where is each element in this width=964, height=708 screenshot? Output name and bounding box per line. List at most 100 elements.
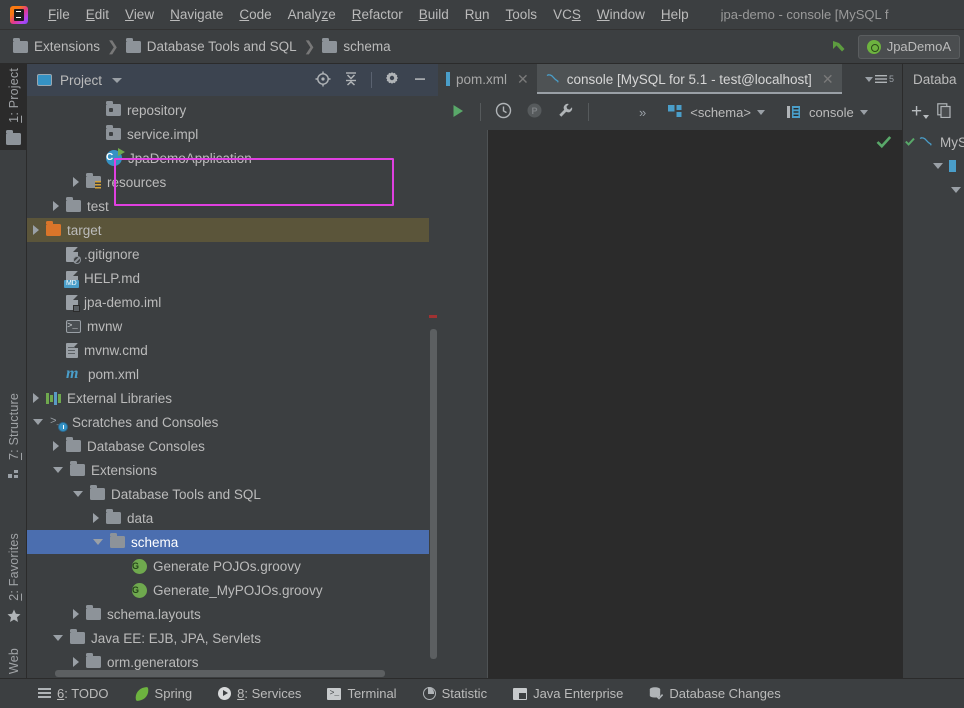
tree-row[interactable]: >_ mvnw — [27, 314, 438, 338]
menu-item-refactor[interactable]: Refactor — [344, 3, 411, 26]
tab-console-mysql[interactable]: console [MySQL for 5.1 - test@localhost]… — [536, 64, 842, 94]
settings-icon[interactable] — [384, 71, 400, 90]
twisty-open-icon[interactable] — [53, 635, 63, 641]
add-icon[interactable]: + — [911, 102, 929, 121]
tree-row[interactable]: mvnw.cmd — [27, 338, 438, 362]
menu-item-file[interactable]: File — [40, 3, 78, 26]
session-selector[interactable]: console — [786, 105, 868, 120]
twisty-closed-icon[interactable] — [53, 201, 59, 211]
status-item-terminal[interactable]: >_ Terminal — [327, 686, 397, 701]
twisty-closed-icon[interactable] — [73, 657, 79, 667]
tree-row[interactable]: jpa-demo.iml — [27, 290, 438, 314]
project-tree-horizontal-scrollbar[interactable] — [27, 669, 438, 678]
wrench-icon[interactable] — [557, 102, 574, 122]
status-item-statistic[interactable]: Statistic — [422, 686, 487, 701]
chevron-down-icon[interactable] — [112, 77, 123, 83]
tree-row[interactable]: >_ Scratches and Consoles — [27, 410, 438, 434]
sidebar-item-structure[interactable]: 7: Structure — [0, 389, 27, 485]
history-icon[interactable] — [495, 102, 512, 122]
tab-pom-xml[interactable]: pom.xml ✕ — [438, 64, 537, 94]
tree-row[interactable]: repository — [27, 98, 438, 122]
tree-row[interactable]: Database Consoles — [27, 434, 438, 458]
copy-icon[interactable] — [937, 103, 952, 121]
database-tree-row-table[interactable] — [903, 178, 964, 202]
tree-row[interactable]: MD HELP.md — [27, 266, 438, 290]
tree-row[interactable]: service.impl — [27, 122, 438, 146]
run-configuration-selector[interactable]: JpaDemoA — [857, 34, 960, 59]
status-item-services[interactable]: 8: Services — [218, 686, 301, 701]
toolbar-overflow-button[interactable]: » — [639, 105, 646, 120]
folder-icon — [90, 485, 105, 500]
editor-gutter[interactable] — [438, 130, 488, 678]
database-tree-row-mysql[interactable]: MyS — [903, 130, 964, 154]
menu-item-build[interactable]: Build — [411, 3, 457, 26]
database-tree[interactable]: MyS — [903, 130, 964, 678]
menu-item-code[interactable]: Code — [231, 3, 279, 26]
menu-item-help[interactable]: Help — [653, 3, 697, 26]
tree-row[interactable]: Database Tools and SQL — [27, 482, 438, 506]
tree-row[interactable]: Java EE: EJB, JPA, Servlets — [27, 626, 438, 650]
menu-item-edit[interactable]: Edit — [78, 3, 117, 26]
twisty-open-icon[interactable] — [33, 419, 43, 425]
database-tree-row-schema[interactable] — [903, 154, 964, 178]
twisty-open-icon[interactable] — [53, 467, 63, 473]
tree-row[interactable]: C JpaDemoApplication — [27, 146, 438, 170]
tree-row[interactable]: G Generate_MyPOJOs.groovy — [27, 578, 438, 602]
terminal-icon: >_ — [327, 687, 342, 700]
status-item-spring[interactable]: Spring — [133, 686, 192, 701]
sidebar-item-favorites[interactable]: 2: Favorites — [0, 529, 27, 631]
tree-row[interactable]: data — [27, 506, 438, 530]
sidebar-item-project[interactable]: 1: Project — [0, 64, 27, 150]
parameters-button[interactable]: P — [526, 102, 543, 122]
status-item-java-enterprise[interactable]: Java Enterprise — [513, 686, 623, 701]
menu-item-window[interactable]: Window — [589, 3, 653, 26]
twisty-open-icon[interactable] — [73, 491, 83, 497]
tree-row[interactable]: .gitignore — [27, 242, 438, 266]
collapse-all-icon[interactable] — [343, 71, 359, 90]
menu-item-navigate[interactable]: Navigate — [162, 3, 231, 26]
menu-item-run[interactable]: Run — [457, 3, 498, 26]
project-tree[interactable]: repository service.impl C JpaDemoApplicatio… — [27, 96, 438, 678]
status-item-database-changes[interactable]: Database Changes — [649, 686, 781, 701]
vertical-scrollbar-thumb[interactable] — [430, 329, 437, 659]
make-project-icon[interactable] — [828, 36, 850, 58]
breadcrumb-item-database-tools-and-sql[interactable]: Database Tools and SQL — [123, 37, 300, 54]
close-icon[interactable]: ✕ — [517, 71, 529, 88]
tree-row[interactable]: m pom.xml — [27, 362, 438, 386]
twisty-open-icon[interactable] — [93, 539, 103, 545]
schema-selector[interactable]: <schema> — [668, 105, 765, 120]
menu-item-tools[interactable]: Tools — [498, 3, 546, 26]
twisty-closed-icon[interactable] — [73, 609, 79, 619]
tree-row[interactable]: Extensions — [27, 458, 438, 482]
minimize-icon[interactable] — [412, 71, 428, 90]
breadcrumb-item-schema[interactable]: schema — [319, 37, 393, 54]
tree-row[interactable]: schema — [27, 530, 438, 554]
menu-item-vcs[interactable]: VCS — [545, 3, 589, 26]
twisty-open-icon[interactable] — [951, 187, 961, 193]
tree-row[interactable]: G Generate POJOs.groovy — [27, 554, 438, 578]
error-stripe-marker — [429, 315, 437, 318]
menu-item-analyze[interactable]: Analyze — [280, 3, 344, 26]
project-tree-vertical-scrollbar[interactable] — [429, 96, 438, 678]
breadcrumb-item-extensions[interactable]: Extensions — [10, 37, 103, 54]
tree-row[interactable]: resources — [27, 170, 438, 194]
tab-overflow-button[interactable]: 5 — [857, 64, 902, 94]
tree-row[interactable]: target — [27, 218, 438, 242]
console-editor-content[interactable] — [488, 130, 902, 678]
close-icon[interactable]: ✕ — [822, 71, 834, 88]
run-icon[interactable] — [450, 103, 466, 122]
twisty-open-icon[interactable] — [933, 163, 943, 169]
tree-row[interactable]: External Libraries — [27, 386, 438, 410]
twisty-closed-icon[interactable] — [53, 441, 59, 451]
twisty-closed-icon[interactable] — [73, 177, 79, 187]
status-item-todo[interactable]: 6: TODO — [38, 686, 109, 701]
tree-row[interactable]: schema.layouts — [27, 602, 438, 626]
locate-icon[interactable] — [315, 71, 331, 90]
inspection-ok-icon[interactable] — [876, 135, 892, 152]
horizontal-scrollbar-thumb[interactable] — [55, 670, 385, 677]
tree-row[interactable]: test — [27, 194, 438, 218]
menu-item-view[interactable]: View — [117, 3, 162, 26]
twisty-closed-icon[interactable] — [33, 225, 39, 235]
twisty-closed-icon[interactable] — [93, 513, 99, 523]
twisty-closed-icon[interactable] — [33, 393, 39, 403]
